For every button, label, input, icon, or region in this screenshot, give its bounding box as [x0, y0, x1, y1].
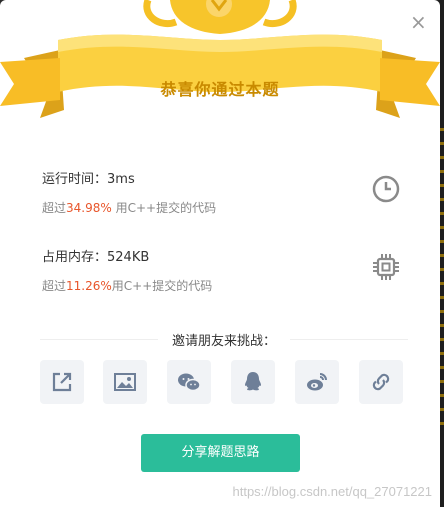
modal-title: 恭喜你通过本题: [160, 80, 280, 99]
close-button[interactable]: ×: [410, 12, 427, 32]
runtime-percentile: 34.98%: [66, 201, 112, 215]
share-image-button[interactable]: [103, 360, 147, 404]
link-icon: [372, 373, 390, 391]
wechat-icon: [178, 373, 201, 392]
weibo-icon: [307, 373, 327, 391]
runtime-suffix: 用C++提交的代码: [111, 201, 217, 215]
memory-prefix: 超过: [42, 279, 67, 293]
share-external-icon: [52, 372, 72, 392]
share-weibo-button[interactable]: [295, 360, 339, 404]
share-external-button[interactable]: [40, 360, 84, 404]
share-buttons: [40, 360, 406, 404]
share-qq-button[interactable]: [231, 360, 275, 404]
memory-percentile: 11.26%: [66, 279, 112, 293]
watermark-text: https://blog.csdn.net/qq_27071221: [232, 484, 433, 499]
trophy-banner: [0, 0, 440, 118]
share-link-button[interactable]: [359, 360, 403, 404]
invite-label: 邀请朋友来挑战：: [40, 330, 408, 349]
image-icon: [114, 373, 136, 391]
success-modal: × 恭喜你通过本题 运行时间：3ms 超过34.98% 用C++提交的代码 占用…: [0, 0, 440, 507]
clock-icon: [372, 175, 400, 203]
memory-label: 占用内存：: [42, 250, 108, 265]
memory-suffix: 用C++提交的代码: [111, 279, 213, 293]
memory-stat: 占用内存：524KB 超过11.26%用C++提交的代码: [42, 246, 212, 294]
runtime-stat: 运行时间：3ms 超过34.98% 用C++提交的代码: [42, 168, 216, 216]
qq-icon: [245, 372, 261, 391]
share-solution-button[interactable]: 分享解题思路: [141, 434, 300, 472]
runtime-value: 3ms: [107, 172, 135, 187]
chip-icon: [373, 254, 399, 280]
runtime-label: 运行时间：: [42, 172, 108, 187]
background-decoration: [440, 128, 444, 428]
runtime-prefix: 超过: [42, 201, 67, 215]
share-wechat-button[interactable]: [167, 360, 211, 404]
memory-value: 524KB: [107, 250, 150, 265]
